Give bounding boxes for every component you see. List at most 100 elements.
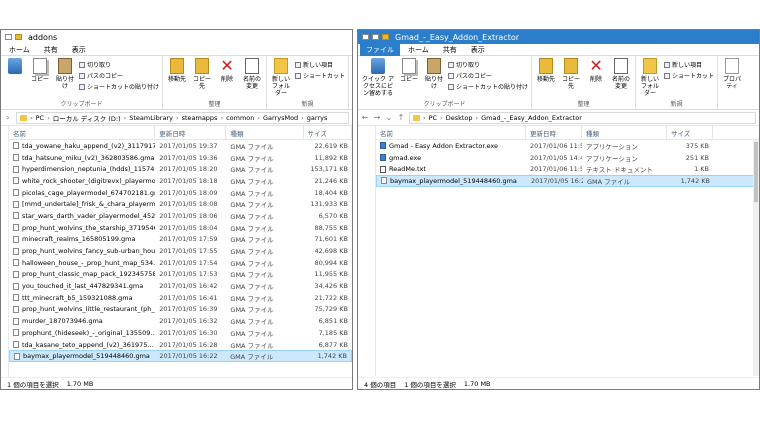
file-row[interactable]: tda_hatsune_miku_(v2)_362803586.gma 2017/… — [9, 152, 352, 164]
file-row[interactable]: tda_kasane_teto_append_(v2)_361975... 201… — [9, 339, 352, 351]
file-type: アプリケーション — [586, 142, 638, 151]
tab-file[interactable]: ファイル — [360, 43, 400, 56]
navigation-pane[interactable] — [1, 126, 9, 388]
new-item-button[interactable]: 新しい項目 — [295, 60, 345, 69]
title-bar[interactable]: addons — [1, 30, 352, 44]
new-item-label: 新しい項目 — [303, 62, 334, 69]
file-row[interactable]: murder_187073946.gma 2017/01/05 16:32 GMA … — [9, 315, 352, 327]
rename-button[interactable]: 名前の変更 — [241, 58, 263, 99]
copy-path-button[interactable]: パスのコピー — [448, 71, 528, 80]
copy-icon — [33, 58, 47, 74]
file-row[interactable]: prophunt_(hideseek)_-_original_135509...… — [9, 327, 352, 339]
file-row[interactable]: baymax_playermodel_519448460.gma 2017/01/… — [376, 175, 759, 187]
file-row[interactable]: baymax_playermodel_519448460.gma 2017/01/… — [9, 350, 352, 363]
new-folder-button[interactable]: 新しいフォルダー — [270, 58, 292, 99]
breadcrumb-steamapps[interactable]: steamapps — [182, 114, 218, 122]
column-date[interactable]: 更新日時 — [526, 126, 582, 139]
new-item-button[interactable]: 新しい項目 — [664, 60, 714, 69]
file-date: 2017/01/05 18:04 — [159, 223, 218, 232]
back-arrow-icon[interactable]: ← — [361, 113, 369, 122]
navigation-pane[interactable] — [358, 126, 376, 376]
file-row[interactable]: minecraft_realms_165805199.gma 2017/01/05… — [9, 234, 352, 246]
breadcrumb-desktop[interactable]: Desktop — [446, 114, 473, 122]
file-row[interactable]: picolas_cage_playermodel_674702181.gma 20… — [9, 187, 352, 199]
address-bar[interactable]: › PC › ローカル ディスク (D:) › SteamLibrary › stea… — [16, 111, 349, 124]
file-row[interactable]: prop_hunt_wolvins_fancy_sub-urban_hou...… — [9, 245, 352, 257]
copy-to-button[interactable]: コピー先 — [560, 58, 582, 99]
file-name: [mmd_undertale]_frisk_&_chara_playerm... — [9, 200, 155, 208]
file-row[interactable]: ReadMe.txt 2017/01/06 11:59 テキスト ドキュメント 1 K… — [376, 163, 759, 175]
file-size: 375 KB — [685, 141, 709, 150]
title-bar[interactable]: Gmad_-_Easy_Addon_Extractor — [358, 30, 759, 44]
column-date[interactable]: 更新日時 — [155, 126, 227, 139]
breadcrumb-pc[interactable]: PC — [429, 114, 437, 122]
chevron-down-icon[interactable]: ⌄ — [385, 113, 393, 122]
column-name[interactable]: 名前 — [9, 126, 156, 139]
column-type[interactable]: 種類 — [582, 126, 667, 139]
paste-button[interactable]: 貼り付け — [54, 58, 76, 99]
address-bar[interactable]: › PC › Desktop › Gmad_-_Easy_Addon_Extract… — [409, 111, 756, 124]
breadcrumb-gmad-folder[interactable]: Gmad_-_Easy_Addon_Extractor — [481, 114, 582, 122]
copy-path-button[interactable]: パスのコピー — [79, 71, 159, 80]
file-date: 2017/01/05 17:55 — [159, 247, 218, 256]
breadcrumb-pc[interactable]: PC — [36, 114, 44, 122]
tab-view[interactable]: 表示 — [465, 44, 491, 56]
paste-shortcut-button[interactable]: ショートカットの貼り付け — [448, 82, 528, 91]
delete-button[interactable]: ✕ 削除 — [585, 58, 607, 99]
file-row[interactable]: Gmad - Easy Addon Extractor.exe 2017/01/0… — [376, 140, 759, 152]
new-folder-button[interactable]: 新しいフォルダー — [639, 58, 661, 99]
rename-button[interactable]: 名前の変更 — [610, 58, 632, 99]
tab-home[interactable]: ホーム — [402, 44, 435, 56]
file-row[interactable]: prop_hunt_wolvins_little_restaurant_(ph_… — [9, 304, 352, 316]
tab-share[interactable]: 共有 — [38, 44, 64, 56]
file-row[interactable]: [mmd_undertale]_frisk_&_chara_playerm...… — [9, 198, 352, 210]
copy-button[interactable]: コピー — [398, 58, 420, 99]
copy-button[interactable]: コピー — [29, 58, 51, 99]
file-size: 21,246 KB — [314, 176, 348, 185]
breadcrumb-garrys[interactable]: garrys — [307, 114, 328, 122]
column-name[interactable]: 名前 — [376, 126, 526, 139]
breadcrumb-steamlibrary[interactable]: SteamLibrary — [129, 114, 173, 122]
file-row[interactable]: prop_hunt_wolvins_the_starship_3719546..… — [9, 222, 352, 234]
vertical-scrollbar[interactable] — [753, 140, 759, 376]
file-row[interactable]: ttt_minecraft_b5_159321088.gma 2017/01/05… — [9, 292, 352, 304]
file-row[interactable]: gmad.exe 2017/01/05 14:46 アプリケーション 251 KB — [376, 152, 759, 164]
tab-view[interactable]: 表示 — [66, 44, 92, 56]
delete-button[interactable]: ✕ 削除 — [216, 58, 238, 99]
breadcrumb-common[interactable]: common — [226, 114, 254, 122]
pin-button[interactable] — [4, 58, 26, 99]
forward-arrow-icon[interactable]: → — [373, 113, 381, 122]
file-row[interactable]: white_rock_shooter_(digitrevx)_playermo.… — [9, 175, 352, 187]
cut-button[interactable]: 切り取り — [448, 60, 528, 69]
forward-arrow-icon[interactable]: › — [4, 113, 12, 122]
breadcrumb-drive[interactable]: ローカル ディスク (D:) — [53, 113, 121, 123]
paste-shortcut-button[interactable]: ショートカットの貼り付け — [79, 82, 159, 91]
up-arrow-icon[interactable]: ↑ — [397, 113, 405, 122]
move-to-button[interactable]: 移動先 — [166, 58, 188, 99]
file-row[interactable]: hyperdimension_neptunia_(hdds)_115743...… — [9, 163, 352, 175]
file-type: GMA ファイル — [230, 341, 274, 350]
column-size[interactable]: サイズ — [667, 126, 713, 139]
explorer-window-gmad: Gmad_-_Easy_Addon_Extractor ファイル ホーム 共有 … — [357, 29, 760, 390]
move-to-button[interactable]: 移動先 — [535, 58, 557, 99]
pin-label: クイック アクセスにピン留めする — [362, 76, 394, 97]
file-row[interactable]: you_touched_it_last_447829341.gma 2017/01… — [9, 280, 352, 292]
paste-button[interactable]: 貼り付け — [423, 58, 445, 99]
shortcut-button[interactable]: ショートカット — [664, 71, 714, 80]
file-row[interactable]: prop_hunt_classic_map_pack_192345758... 2… — [9, 269, 352, 281]
file-row[interactable]: tda_yowane_haku_append_(v2)_31179177... 2… — [9, 140, 352, 152]
file-row[interactable]: halloween_house_-_prop_hunt_map_534... 20… — [9, 257, 352, 269]
cut-button[interactable]: 切り取り — [79, 60, 159, 69]
file-row[interactable]: star_wars_darth_vader_playermodel_4520..… — [9, 210, 352, 222]
pin-button[interactable]: クイック アクセスにピン留めする — [361, 58, 395, 99]
column-type[interactable]: 種類 — [226, 126, 304, 139]
scrollbar-thumb[interactable] — [754, 142, 758, 202]
tab-home[interactable]: ホーム — [3, 44, 36, 56]
breadcrumb-garrysmod[interactable]: GarrysMod — [263, 114, 298, 122]
window-icon — [5, 34, 12, 40]
tab-share[interactable]: 共有 — [437, 44, 463, 56]
shortcut-button[interactable]: ショートカット — [295, 71, 345, 80]
column-size[interactable]: サイズ — [304, 126, 352, 139]
properties-button[interactable]: プロパティ — [721, 58, 743, 99]
copy-to-button[interactable]: コピー先 — [191, 58, 213, 99]
